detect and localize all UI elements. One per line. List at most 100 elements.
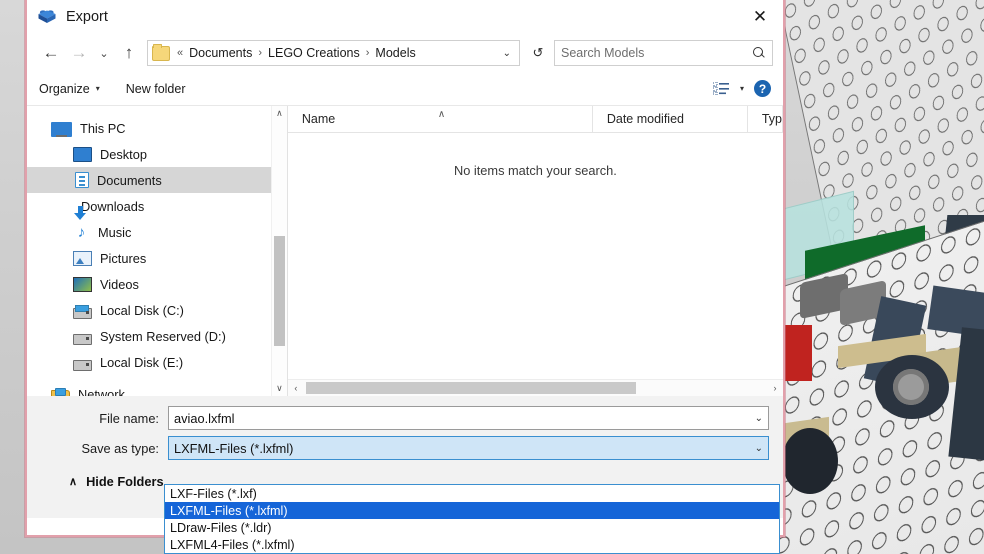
new-folder-label: New folder bbox=[125, 81, 186, 96]
export-file-dialog: Export ✕ ← → ⌄ ↑ « Documents › LEGO Crea… bbox=[25, 0, 785, 554]
dialog-title: Export bbox=[66, 8, 108, 25]
view-chevron-down-icon[interactable]: ▾ bbox=[740, 84, 744, 93]
chevron-down-icon[interactable]: ⌄ bbox=[755, 443, 763, 454]
sidebar-item-this-pc[interactable]: This PC bbox=[27, 115, 287, 141]
empty-state-message: No items match your search. bbox=[453, 163, 617, 178]
breadcrumb-item-documents[interactable]: Documents bbox=[185, 46, 256, 60]
sidebar-item-label: Documents bbox=[97, 172, 162, 188]
file-name-input[interactable]: aviao.lxfml ⌄ bbox=[168, 406, 769, 430]
sidebar-item-music[interactable]: ♪ Music bbox=[27, 219, 287, 245]
scrollbar-thumb[interactable] bbox=[273, 236, 285, 346]
monitor-icon bbox=[51, 121, 72, 137]
scroll-right-icon[interactable]: › bbox=[767, 383, 783, 393]
sidebar-item-pictures[interactable]: Pictures bbox=[27, 245, 287, 271]
column-label: Typ bbox=[761, 112, 782, 126]
scrollbar-thumb[interactable] bbox=[305, 382, 636, 394]
save-as-type-row: Save as type: LXFML-Files (*.lxfml) ⌄ bbox=[27, 436, 783, 460]
videos-icon bbox=[73, 276, 92, 292]
search-box[interactable]: Search Models bbox=[554, 40, 773, 66]
chevron-down-icon: ▾ bbox=[95, 84, 100, 93]
lego-brick-icon bbox=[37, 8, 57, 26]
command-toolbar: Organize ▾ New folder ▾ ? bbox=[27, 72, 783, 106]
sort-ascending-icon: ∧ bbox=[437, 109, 446, 120]
file-list-horizontal-scrollbar[interactable]: ‹ › bbox=[287, 379, 783, 396]
address-bar[interactable]: « Documents › LEGO Creations › Models ⌄ bbox=[147, 40, 520, 66]
file-name-row: File name: aviao.lxfml ⌄ bbox=[27, 406, 783, 430]
system-disk-icon bbox=[73, 304, 92, 319]
dialog-footer: File name: aviao.lxfml ⌄ Save as type: L… bbox=[27, 396, 783, 554]
sidebar-item-label: Local Disk (E:) bbox=[100, 354, 184, 370]
sidebar-item-system-reserved-d[interactable]: System Reserved (D:) bbox=[27, 323, 287, 349]
disk-icon bbox=[73, 333, 92, 345]
sidebar-item-documents[interactable]: Documents bbox=[27, 167, 287, 193]
column-header-type[interactable]: Typ bbox=[748, 106, 783, 132]
column-header-date-modified[interactable]: Date modified bbox=[593, 106, 748, 132]
dialog-body: This PC Desktop Documents Downloads ♪ Mu… bbox=[27, 106, 783, 396]
column-label: Date modified bbox=[606, 112, 684, 126]
search-input[interactable]: Search Models bbox=[561, 46, 752, 60]
up-button[interactable]: ↑ bbox=[115, 39, 143, 67]
sidebar-item-desktop[interactable]: Desktop bbox=[27, 141, 287, 167]
help-icon[interactable]: ? bbox=[754, 80, 771, 97]
lego-wheel-front bbox=[875, 355, 949, 419]
scroll-down-icon[interactable]: ∨ bbox=[272, 381, 287, 396]
sidebar-item-label: Videos bbox=[100, 276, 139, 292]
breadcrumb: « Documents › LEGO Creations › Models bbox=[175, 46, 420, 60]
dropdown-option-lxf[interactable]: LXF-Files (*.lxf) bbox=[165, 485, 779, 502]
breadcrumb-item-lego-creations[interactable]: LEGO Creations bbox=[264, 46, 364, 60]
sidebar-item-label: Local Disk (C:) bbox=[100, 302, 184, 318]
forward-button[interactable]: → bbox=[65, 39, 93, 67]
close-icon[interactable]: ✕ bbox=[737, 0, 783, 34]
sidebar-item-label: Music bbox=[98, 224, 132, 240]
sidebar-item-label: Pictures bbox=[100, 250, 147, 266]
save-as-type-value: LXFML-Files (*.lxfml) bbox=[174, 440, 294, 456]
sidebar-item-downloads[interactable]: Downloads bbox=[27, 193, 287, 220]
sidebar-item-label: Downloads bbox=[81, 198, 145, 214]
sidebar-item-local-disk-c[interactable]: Local Disk (C:) bbox=[27, 297, 287, 323]
chevron-up-icon: ∧ bbox=[69, 476, 78, 488]
save-as-type-select[interactable]: LXFML-Files (*.lxfml) ⌄ bbox=[168, 436, 769, 460]
sidebar-item-label: System Reserved (D:) bbox=[100, 328, 226, 344]
column-header-row: Name ∧ Date modified Typ bbox=[287, 106, 783, 133]
hide-folders-label: Hide Folders bbox=[86, 474, 164, 489]
save-as-type-dropdown-list[interactable]: LXF-Files (*.lxf) LXFML-Files (*.lxfml) … bbox=[164, 484, 780, 554]
sidebar-item-network[interactable]: Network bbox=[27, 381, 287, 396]
scrollbar-track[interactable] bbox=[304, 382, 767, 394]
chevron-down-icon[interactable]: ⌄ bbox=[755, 413, 763, 424]
search-icon bbox=[752, 46, 766, 60]
back-button[interactable]: ← bbox=[37, 39, 65, 67]
sidebar-scrollbar[interactable]: ∧ ∨ bbox=[270, 106, 287, 396]
pictures-icon bbox=[73, 250, 92, 266]
sidebar-item-label: Desktop bbox=[100, 146, 147, 162]
scroll-up-icon[interactable]: ∧ bbox=[272, 106, 287, 121]
dropdown-option-lxfml4[interactable]: LXFML4-Files (*.lxfml) bbox=[165, 536, 779, 553]
sidebar-item-videos[interactable]: Videos bbox=[27, 271, 287, 297]
file-list-pane: Name ∧ Date modified Typ No items match … bbox=[287, 106, 783, 396]
sidebar-item-label: This PC bbox=[80, 120, 126, 136]
refresh-icon[interactable]: ↺ bbox=[526, 45, 550, 61]
save-as-type-label: Save as type: bbox=[81, 440, 159, 456]
folder-icon bbox=[152, 43, 170, 61]
column-header-name[interactable]: Name ∧ bbox=[288, 106, 593, 132]
dropdown-option-lxfml[interactable]: LXFML-Files (*.lxfml) bbox=[165, 502, 779, 519]
new-folder-button[interactable]: New folder bbox=[126, 82, 186, 96]
toolbar-right-group: ▾ ? bbox=[712, 80, 771, 97]
breadcrumb-separator-2: › bbox=[365, 47, 370, 59]
breadcrumb-item-models[interactable]: Models bbox=[371, 46, 419, 60]
disk-icon bbox=[73, 359, 92, 371]
file-name-label: File name: bbox=[99, 410, 159, 426]
lego-wheel-rear bbox=[782, 428, 838, 494]
organize-button[interactable]: Organize ▾ bbox=[39, 82, 100, 96]
dropdown-option-ldraw[interactable]: LDraw-Files (*.ldr) bbox=[165, 519, 779, 536]
breadcrumb-overflow-icon[interactable]: « bbox=[175, 47, 185, 59]
sidebar-item-local-disk-e[interactable]: Local Disk (E:) bbox=[27, 349, 287, 375]
chevron-down-icon[interactable]: ⌄ bbox=[499, 48, 515, 59]
sidebar-item-label: Network bbox=[78, 386, 125, 397]
navigation-pane: This PC Desktop Documents Downloads ♪ Mu… bbox=[27, 106, 287, 396]
navigation-bar: ← → ⌄ ↑ « Documents › LEGO Creations › M… bbox=[27, 34, 783, 72]
scroll-left-icon[interactable]: ‹ bbox=[288, 383, 304, 393]
view-options-icon[interactable] bbox=[712, 81, 730, 96]
breadcrumb-separator-1: › bbox=[258, 47, 263, 59]
recent-locations-button[interactable]: ⌄ bbox=[93, 39, 115, 67]
desktop-icon bbox=[73, 146, 92, 162]
